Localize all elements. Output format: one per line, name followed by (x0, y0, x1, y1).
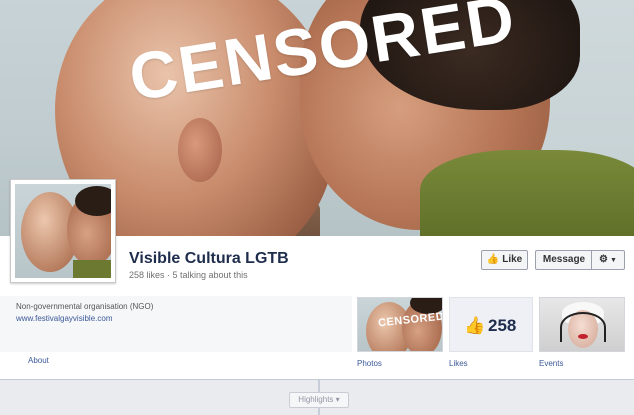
likes-count: 258 (488, 316, 517, 335)
chevron-down-icon: ▼ (610, 257, 617, 264)
profile-figure-right-hair (75, 186, 111, 216)
website-link[interactable]: www.festivalgayvisible.com (16, 314, 112, 323)
photos-link[interactable]: Photos (357, 359, 382, 368)
highlights-label: Highlights (298, 395, 334, 404)
message-button[interactable]: Message (535, 250, 592, 270)
events-tile[interactable] (539, 297, 625, 352)
cover-figure-left-ear (178, 118, 222, 182)
message-button-label: Message (542, 254, 586, 265)
likes-link[interactable]: Likes (449, 359, 468, 368)
events-tile-lips (578, 334, 588, 339)
highlights-dropdown[interactable]: Highlights ▾ (289, 392, 349, 408)
settings-dropdown-button[interactable]: ⚙ ▼ (591, 250, 625, 270)
page-title[interactable]: Visible Cultura LGTB (129, 250, 289, 268)
events-link[interactable]: Events (539, 359, 563, 368)
chevron-down-icon: ▾ (335, 395, 340, 404)
page-stats: 258 likes · 5 talking about this (129, 270, 248, 280)
photos-tile[interactable]: CENSORED (357, 297, 443, 352)
profile-picture[interactable] (10, 179, 116, 283)
likes-tile[interactable]: 👍 258 (449, 297, 533, 352)
cover-figure-right-shirt (420, 150, 634, 236)
profile-figure-right-shirt (73, 260, 111, 278)
thumbs-up-icon: 👍 (486, 254, 500, 265)
gear-icon: ⚙ (599, 254, 609, 265)
like-button-label: Like (502, 254, 523, 265)
like-button[interactable]: 👍 Like (481, 250, 528, 270)
thumbs-up-icon: 👍 (464, 316, 486, 335)
profile-picture-image (15, 184, 111, 278)
about-link[interactable]: About (28, 356, 49, 365)
page-category: Non-governmental organisation (NGO) (16, 302, 154, 311)
